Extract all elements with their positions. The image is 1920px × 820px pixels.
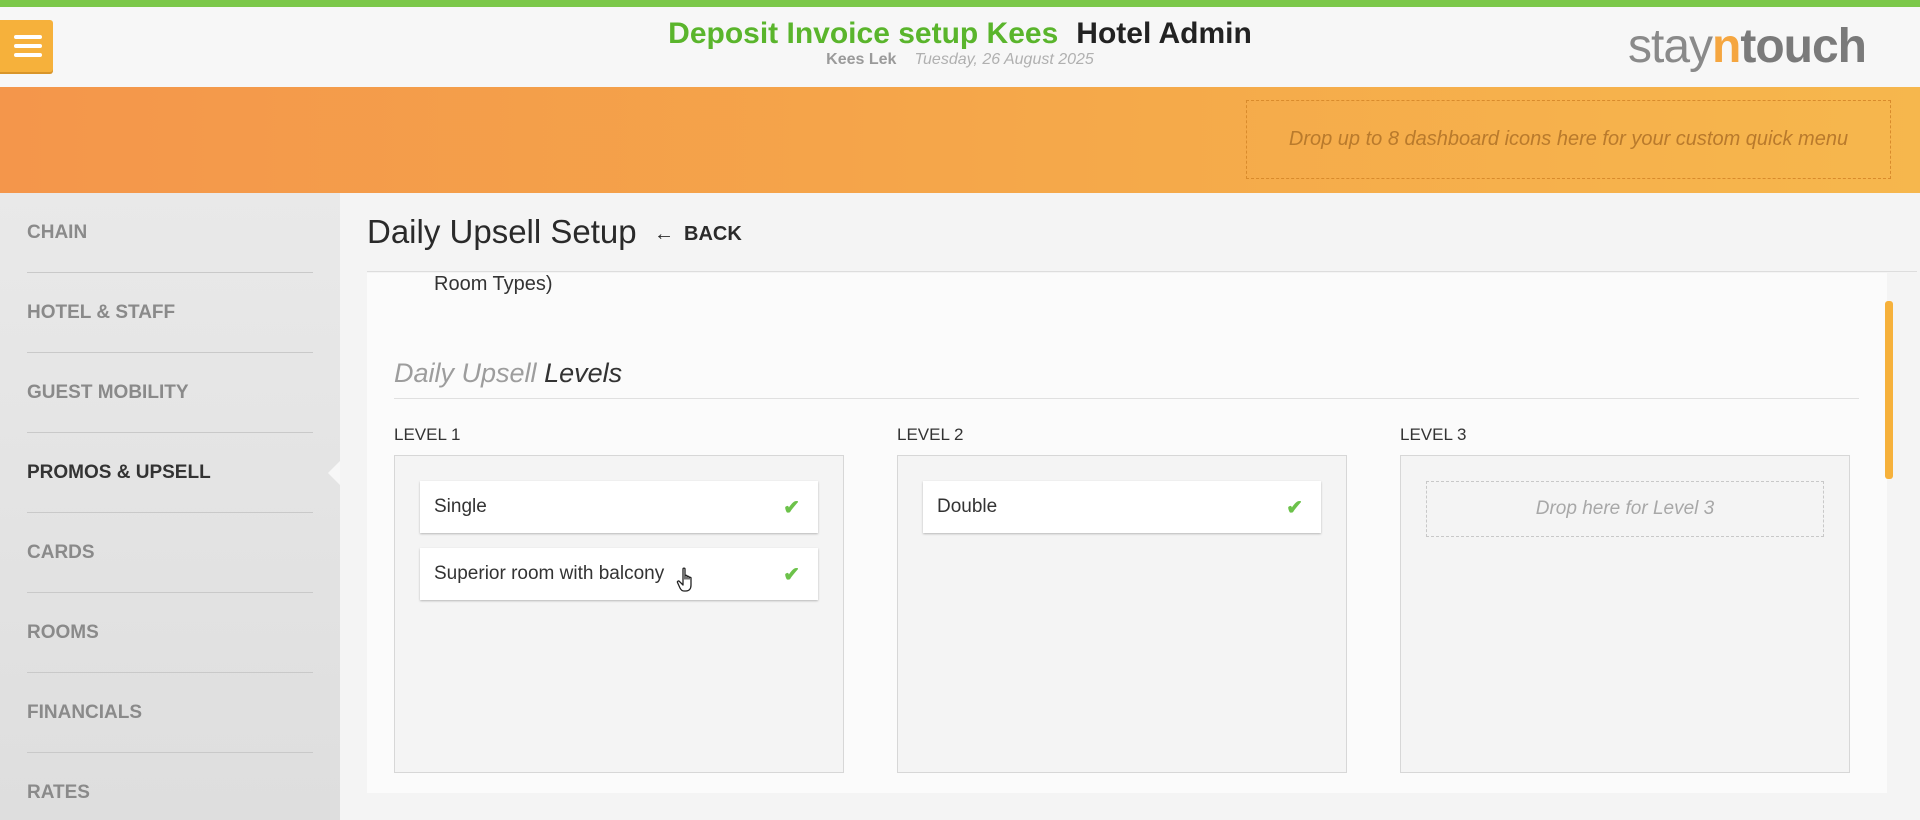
check-icon: ✔ <box>1286 497 1303 519</box>
check-icon: ✔ <box>783 564 800 586</box>
upsell-panel: Room Types) Daily Upsell Levels LEVEL 1 … <box>367 273 1887 793</box>
level-3-drop-zone[interactable]: Drop here for Level 3 <box>1400 455 1850 773</box>
top-accent-line <box>0 0 1920 7</box>
stayntouch-logo: stayntouch <box>1628 20 1867 73</box>
room-type-name: Double <box>937 496 998 517</box>
room-type-card[interactable]: Single ✔ <box>420 481 818 533</box>
sidebar-item-guest-mobility[interactable]: GUEST MOBILITY <box>27 353 313 433</box>
room-types-text: Room Types) <box>434 273 553 295</box>
quick-menu-drop-zone[interactable]: Drop up to 8 dashboard icons here for yo… <box>1246 100 1891 179</box>
level-3-drop-slot[interactable]: Drop here for Level 3 <box>1426 481 1824 537</box>
room-type-name: Single <box>434 496 487 517</box>
hand-pointer-icon <box>676 567 692 592</box>
app-name: Hotel Admin <box>1076 17 1252 50</box>
level-2-column: LEVEL 2 Double ✔ <box>897 425 1347 773</box>
app-header: Deposit Invoice setup Kees Hotel Admin Ke… <box>0 7 1920 87</box>
quick-menu-band: Drop up to 8 dashboard icons here for yo… <box>0 87 1920 193</box>
level-label: LEVEL 1 <box>394 425 461 444</box>
main-content: Daily Upsell Setup ← BACK Room Types) Da… <box>340 193 1920 820</box>
level-label: LEVEL 2 <box>897 425 964 444</box>
arrow-left-icon: ← <box>654 223 674 245</box>
sidebar-item-hotel-staff[interactable]: HOTEL & STAFF <box>27 273 313 353</box>
sidebar-item-financials[interactable]: FINANCIALS <box>27 673 313 753</box>
page-title: Daily Upsell Setup <box>367 213 637 250</box>
hotel-name: Deposit Invoice setup Kees <box>668 17 1059 50</box>
sidebar-item-cards[interactable]: CARDS <box>27 513 313 593</box>
user-name: Kees Lek <box>826 51 897 68</box>
sidebar-item-promos-upsell[interactable]: PROMOS & UPSELL <box>27 433 313 513</box>
sidebar: CHAIN HOTEL & STAFF GUEST MOBILITY PROMO… <box>0 193 341 820</box>
sidebar-item-chain[interactable]: CHAIN <box>27 193 313 273</box>
level-1-drop-zone[interactable]: Single ✔ Superior room with balcony ✔ <box>394 455 844 773</box>
section-divider <box>394 398 1859 399</box>
check-icon: ✔ <box>783 497 800 519</box>
room-type-card[interactable]: Double ✔ <box>923 481 1321 533</box>
sidebar-item-rooms[interactable]: ROOMS <box>27 593 313 673</box>
room-type-card[interactable]: Superior room with balcony ✔ <box>420 548 818 600</box>
scrollbar[interactable] <box>1885 301 1893 479</box>
current-date: Tuesday, 26 August 2025 <box>914 51 1094 68</box>
back-label: BACK <box>684 223 742 245</box>
divider <box>367 271 1917 272</box>
level-1-column: LEVEL 1 Single ✔ Superior room with balc… <box>394 425 844 773</box>
level-2-drop-zone[interactable]: Double ✔ <box>897 455 1347 773</box>
back-button[interactable]: ← BACK <box>654 223 742 246</box>
section-title: Daily Upsell Levels <box>394 358 623 388</box>
room-type-name: Superior room with balcony <box>434 563 665 584</box>
level-label: LEVEL 3 <box>1400 425 1467 444</box>
sidebar-item-rates[interactable]: RATES <box>27 753 313 820</box>
level-3-column: LEVEL 3 Drop here for Level 3 <box>1400 425 1850 773</box>
